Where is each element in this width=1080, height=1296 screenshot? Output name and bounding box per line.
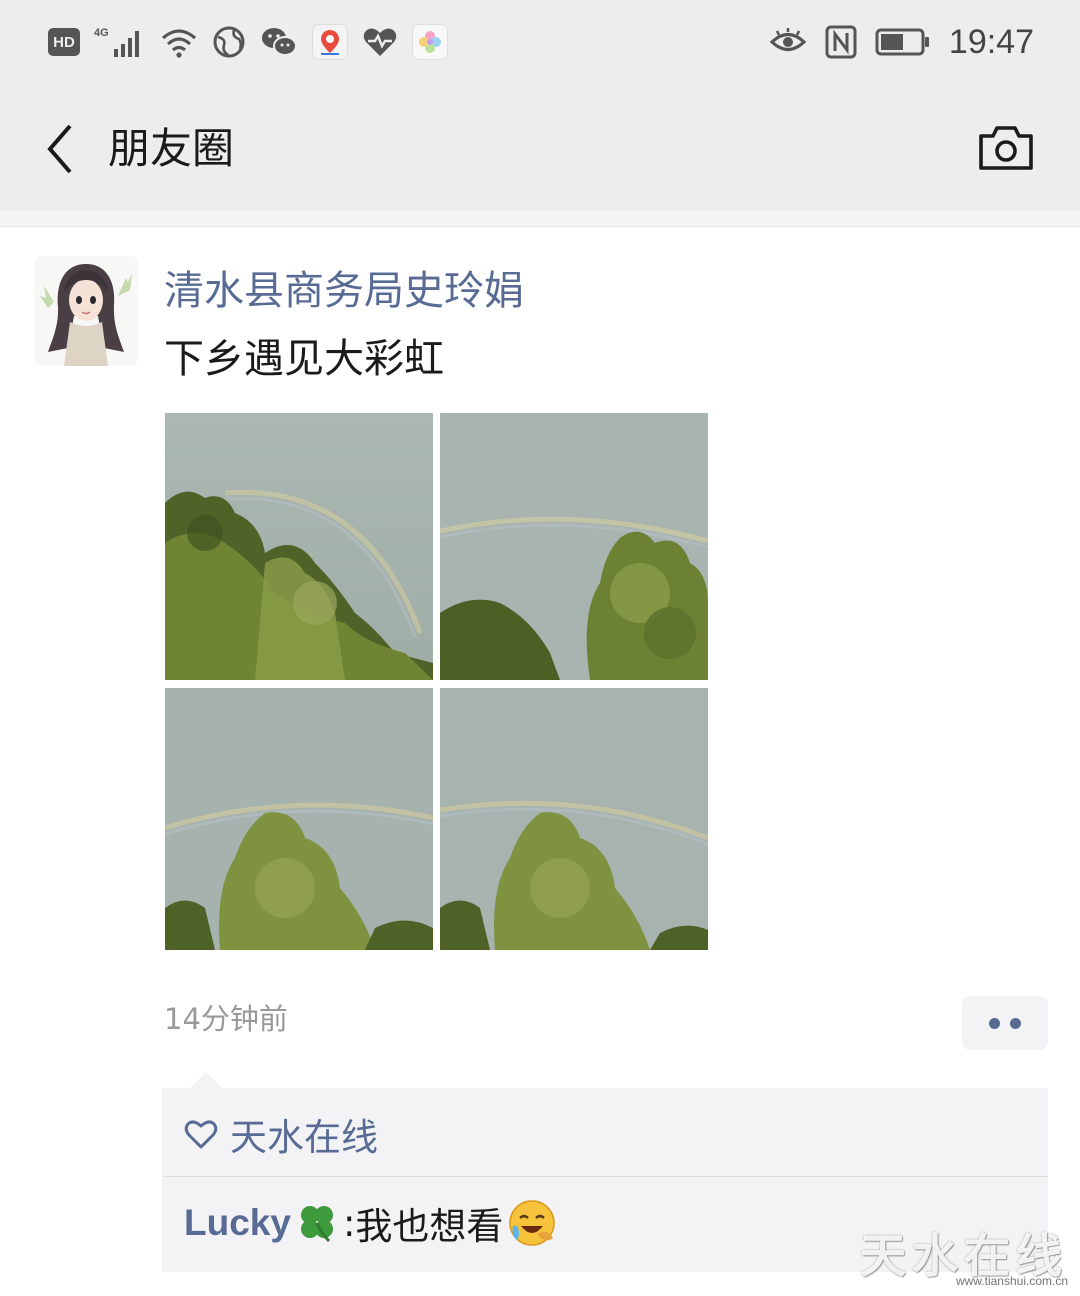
back-button[interactable] <box>30 114 90 184</box>
post-photo-1[interactable] <box>165 413 433 680</box>
hd-icon: HD <box>48 28 80 56</box>
status-bar-left: HD 4G <box>48 20 448 64</box>
avatar[interactable] <box>34 256 138 366</box>
four-leaf-clover-icon <box>295 1201 339 1245</box>
more-dot <box>1010 1017 1021 1029</box>
wifi-icon <box>160 26 198 58</box>
status-bar-right: 19:47 <box>769 20 1034 64</box>
comment-item[interactable]: Lucky : 我也想看 <box>184 1194 561 1252</box>
crying-laughing-emoji <box>507 1198 557 1248</box>
comment-divider <box>162 1176 1048 1177</box>
post-photo-3[interactable] <box>165 688 433 955</box>
baidu-maps-icon <box>312 24 348 60</box>
more-dots-icon[interactable] <box>962 996 1048 1050</box>
nav-header: 朋友圈 <box>0 88 1080 210</box>
comment-text: 我也想看 <box>355 1205 504 1248</box>
comment-separator: : <box>342 1201 356 1245</box>
camera-icon <box>979 126 1033 170</box>
post-photo-2[interactable] <box>440 413 708 680</box>
camera-button[interactable] <box>974 118 1038 178</box>
like-name[interactable]: 天水在线 <box>230 1107 378 1161</box>
health-icon <box>362 26 398 58</box>
gallery-icon <box>412 24 448 60</box>
clock: 19:47 <box>948 22 1034 61</box>
page-title: 朋友圈 <box>108 124 235 173</box>
post-timestamp: 14分钟前 <box>164 1002 288 1036</box>
signal-icon: 4G <box>94 25 146 59</box>
svg-text:4G: 4G <box>94 27 109 39</box>
comment-box-pointer <box>190 1072 222 1088</box>
post-author-name[interactable]: 清水县商务局史玲娟 <box>164 262 524 320</box>
post-photo-4[interactable] <box>440 688 708 955</box>
watermark-url: www.tianshui.com.cn <box>955 1274 1068 1288</box>
wechat-icon <box>260 25 298 59</box>
battery-icon <box>875 28 931 56</box>
nfc-icon <box>825 25 857 59</box>
post-text: 下乡遇见大彩虹 <box>164 336 444 382</box>
globe-icon <box>212 25 246 59</box>
watermark: 天水在线 www.tianshui.com.cn <box>860 1220 1074 1290</box>
eye-comfort-icon <box>769 27 807 57</box>
header-divider <box>0 210 1080 227</box>
heart-outline-icon <box>184 1120 218 1149</box>
commenter-name[interactable]: Lucky <box>184 1202 291 1244</box>
likes-row: 天水在线 <box>184 1108 378 1160</box>
status-bar: HD 4G 19:47 <box>0 0 1080 88</box>
chevron-left-icon <box>47 124 72 174</box>
more-dot <box>989 1017 1000 1029</box>
